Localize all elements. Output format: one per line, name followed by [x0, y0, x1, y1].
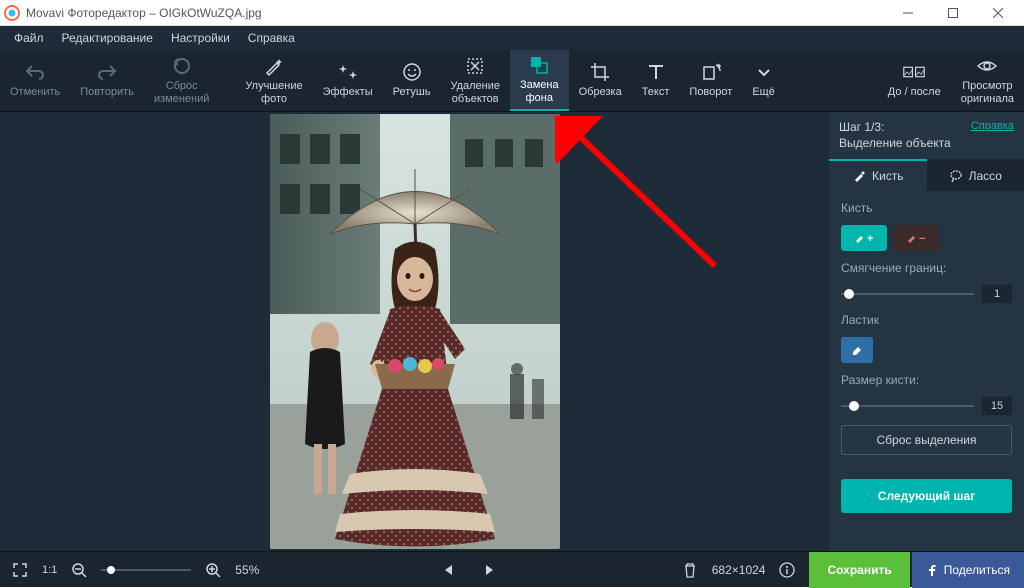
view-original-label: Просмотр оригинала: [961, 80, 1014, 106]
save-button[interactable]: Сохранить: [809, 552, 909, 588]
removal-button[interactable]: Удаление объектов: [440, 50, 510, 111]
soft-edges-slider[interactable]: [841, 287, 974, 301]
side-panel: Шаг 1/3: Выделение объекта Справка Кисть…: [829, 112, 1024, 551]
photo: [270, 114, 560, 549]
tab-lasso[interactable]: Лассо: [927, 159, 1024, 191]
reset-selection-button[interactable]: Сброс выделения: [841, 425, 1012, 455]
undo-label: Отменить: [10, 86, 60, 99]
crop-button[interactable]: Обрезка: [569, 50, 632, 111]
brush-section-label: Кисть: [841, 201, 1012, 215]
zoom-slider[interactable]: [101, 563, 191, 577]
zoom-in-button[interactable]: [201, 558, 225, 582]
minimize-button[interactable]: [885, 0, 930, 26]
menu-help[interactable]: Справка: [240, 28, 303, 48]
app-logo-icon: [4, 5, 20, 21]
chevron-down-icon: [753, 61, 775, 83]
soft-edges-value[interactable]: 1: [982, 285, 1012, 303]
text-label: Текст: [642, 86, 670, 99]
step-indicator: Шаг 1/3:: [839, 120, 951, 136]
delete-button[interactable]: [678, 558, 702, 582]
background-button[interactable]: Замена фона: [510, 50, 569, 111]
maximize-button[interactable]: [930, 0, 975, 26]
menu-edit[interactable]: Редактирование: [54, 28, 161, 48]
view-original-button[interactable]: Просмотр оригинала: [951, 50, 1024, 111]
next-step-button[interactable]: Следующий шаг: [841, 479, 1012, 513]
removal-icon: [464, 55, 486, 77]
redo-button[interactable]: Повторить: [70, 50, 144, 111]
tab-brush-label: Кисть: [872, 169, 903, 183]
rotate-label: Поворот: [689, 86, 732, 99]
brush-icon: [852, 169, 866, 183]
rotate-button[interactable]: Поворот: [679, 50, 742, 111]
effects-button[interactable]: Эффекты: [313, 50, 383, 111]
eraser-label: Ластик: [841, 313, 1012, 327]
before-after-button[interactable]: До / после: [878, 50, 951, 111]
undo-icon: [24, 61, 46, 83]
text-icon: [645, 61, 667, 83]
facebook-icon: [926, 564, 938, 576]
share-button[interactable]: Поделиться: [912, 552, 1024, 588]
menu-settings[interactable]: Настройки: [163, 28, 238, 48]
enhance-label: Улучшение фото: [245, 80, 302, 106]
tab-lasso-label: Лассо: [969, 169, 1002, 183]
enhance-icon: [263, 55, 285, 77]
text-button[interactable]: Текст: [632, 50, 680, 111]
soft-edges-label: Смягчение границ:: [841, 261, 1012, 275]
reset-label: Сброс изменений: [154, 80, 209, 106]
panel-help-link[interactable]: Справка: [971, 120, 1014, 132]
toolbar: Отменить Повторить Сброс изменений Улучш…: [0, 50, 1024, 112]
brush-add-button[interactable]: +: [841, 225, 887, 251]
brush-size-slider[interactable]: [841, 399, 974, 413]
titlebar: Movavi Фоторедактор – OIGkOtWuZQA.jpg: [0, 0, 1024, 26]
retouch-button[interactable]: Ретушь: [383, 50, 441, 111]
svg-text:+: +: [867, 233, 873, 245]
before-after-icon: [903, 61, 925, 83]
menubar: Файл Редактирование Настройки Справка: [0, 26, 1024, 50]
info-button[interactable]: [775, 558, 799, 582]
more-button[interactable]: Ещё: [742, 50, 785, 111]
reset-changes-button[interactable]: Сброс изменений: [144, 50, 219, 111]
svg-text:−: −: [919, 233, 925, 245]
image-dimensions: 682×1024: [712, 563, 766, 577]
undo-button[interactable]: Отменить: [0, 50, 70, 111]
crop-label: Обрезка: [579, 86, 622, 99]
reset-icon: [171, 55, 193, 77]
rotate-icon: [700, 61, 722, 83]
bottom-bar: 1:1 55% 682×1024 Сохранить Поделиться: [0, 551, 1024, 587]
next-button[interactable]: [478, 558, 502, 582]
actual-size-button[interactable]: 1:1: [42, 558, 57, 582]
redo-label: Повторить: [80, 86, 134, 99]
retouch-icon: [401, 61, 423, 83]
lasso-icon: [949, 169, 963, 183]
annotation-arrow: [555, 116, 735, 286]
effects-icon: [337, 61, 359, 83]
tab-brush[interactable]: Кисть: [829, 159, 927, 191]
retouch-label: Ретушь: [393, 86, 431, 99]
step-subtitle: Выделение объекта: [839, 136, 951, 152]
enhance-button[interactable]: Улучшение фото: [235, 50, 312, 111]
window-title: Movavi Фоторедактор – OIGkOtWuZQA.jpg: [26, 6, 885, 20]
close-button[interactable]: [975, 0, 1020, 26]
zoom-value: 55%: [235, 563, 259, 577]
background-icon: [528, 54, 550, 76]
background-label: Замена фона: [520, 79, 559, 105]
zoom-out-button[interactable]: [67, 558, 91, 582]
eye-icon: [976, 55, 998, 77]
eraser-button[interactable]: [841, 337, 873, 363]
prev-button[interactable]: [436, 558, 460, 582]
before-after-label: До / после: [888, 86, 941, 99]
brush-size-value[interactable]: 15: [982, 397, 1012, 415]
brush-subtract-button[interactable]: −: [893, 225, 939, 251]
canvas-area[interactable]: [0, 112, 829, 551]
redo-icon: [96, 61, 118, 83]
fit-screen-button[interactable]: [8, 558, 32, 582]
brush-size-label: Размер кисти:: [841, 373, 1012, 387]
effects-label: Эффекты: [323, 86, 373, 99]
menu-file[interactable]: Файл: [6, 28, 52, 48]
more-label: Ещё: [752, 86, 775, 99]
removal-label: Удаление объектов: [450, 80, 500, 106]
crop-icon: [589, 61, 611, 83]
